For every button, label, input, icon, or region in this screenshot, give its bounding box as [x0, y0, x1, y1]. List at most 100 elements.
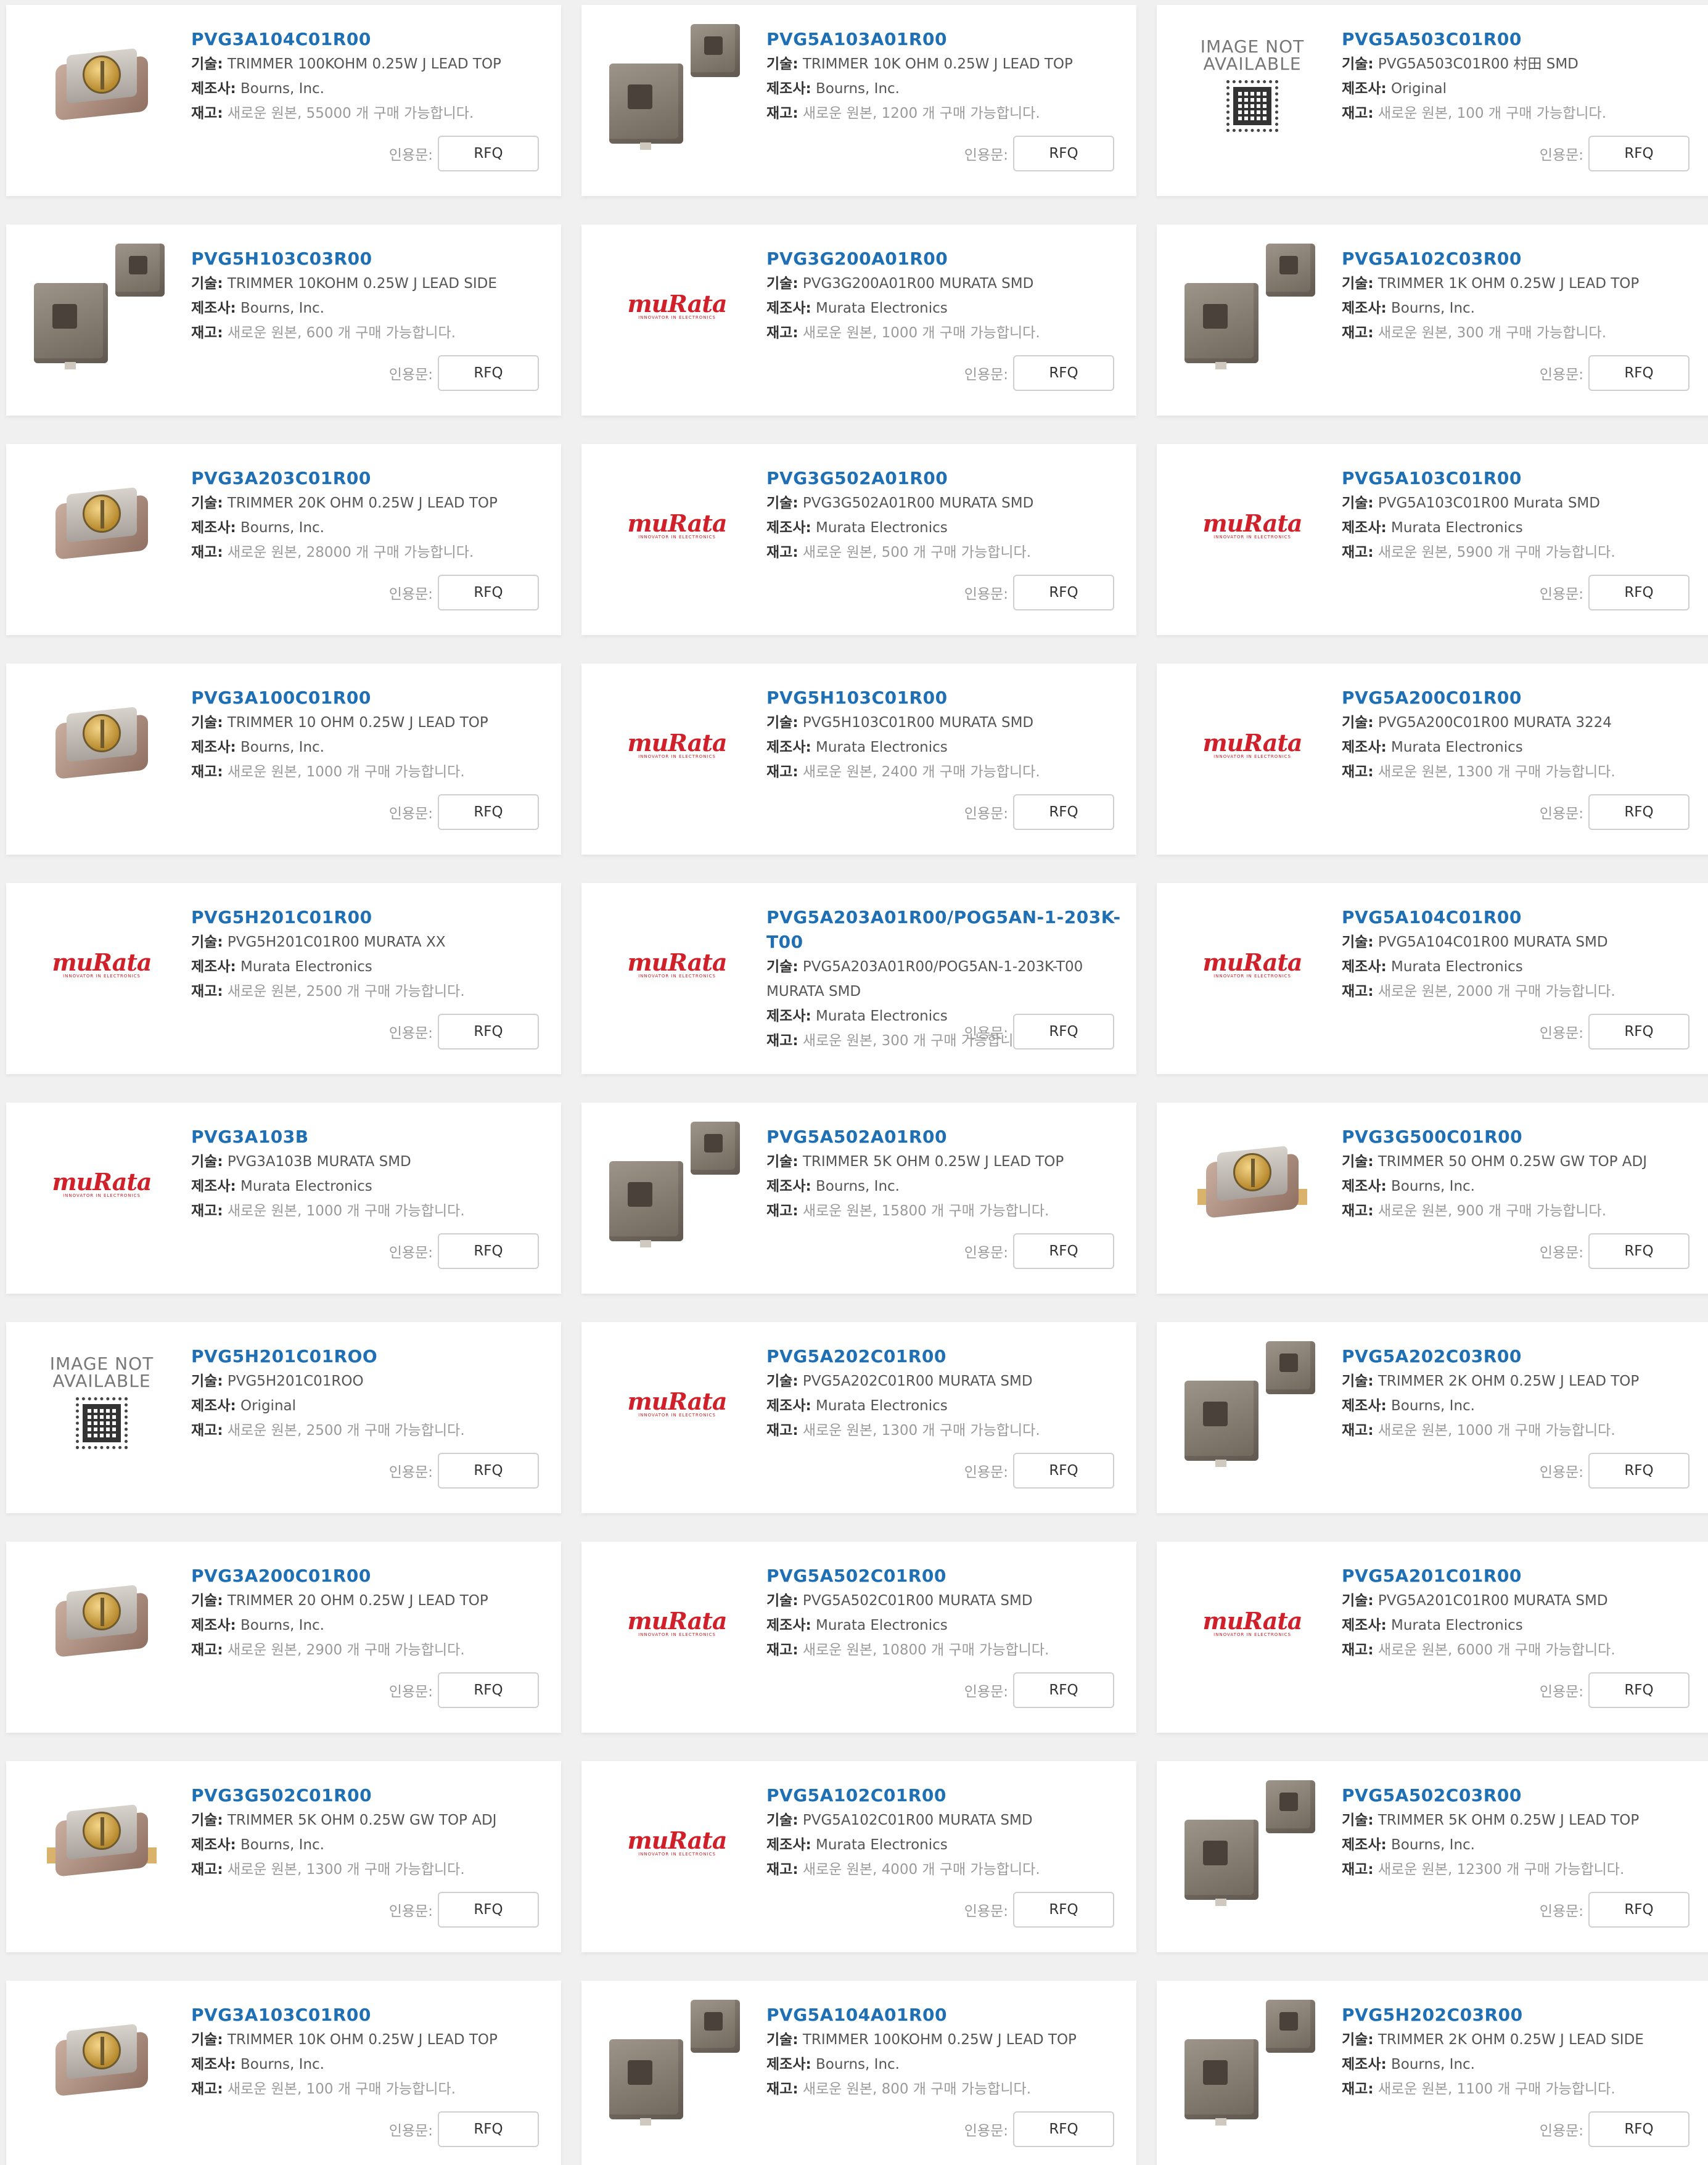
rfq-button[interactable]: RFQ [438, 1453, 539, 1489]
description-row-value: TRIMMER 10K OHM 0.25W J LEAD TOP [227, 2032, 498, 2048]
part-number-link[interactable]: PVG3G502C01R00 [191, 1783, 555, 1808]
rfq-button[interactable]: RFQ [438, 575, 539, 610]
stock-row-value: 새로운 원본, 1000 개 구매 가능합니다. [227, 764, 465, 780]
part-number-link[interactable]: PVG5A502C03R00 [1342, 1783, 1706, 1808]
part-number-link[interactable]: PVG3G200A01R00 [766, 247, 1130, 271]
part-number-link[interactable]: PVG5A200C01R00 [1342, 686, 1706, 710]
part-number-link[interactable]: PVG5A502A01R00 [766, 1125, 1130, 1149]
rfq-button[interactable]: RFQ [1013, 355, 1114, 391]
rfq-button[interactable]: RFQ [1588, 794, 1690, 830]
rfq-button[interactable]: RFQ [438, 136, 539, 171]
rfq-button[interactable]: RFQ [1588, 1233, 1690, 1269]
rfq-button[interactable]: RFQ [1013, 794, 1114, 830]
rfq-button[interactable]: RFQ [438, 355, 539, 391]
description-row: 기술: PVG5A201C01R00 MURATA SMD [1342, 1588, 1706, 1613]
quote-area: 인용문: RFQ [389, 2111, 539, 2147]
rfq-button[interactable]: RFQ [438, 1014, 539, 1050]
part-number-link[interactable]: PVG3A103C01R00 [191, 2003, 555, 2027]
trimmer-rotor [83, 495, 121, 533]
stock-row: 재고: 새로운 원본, 500 개 구매 가능합니다. [766, 540, 1130, 565]
part-number-link[interactable]: PVG5A203A01R00/POG5AN-1-203K-T00 [766, 905, 1130, 955]
rfq-button[interactable]: RFQ [1588, 1453, 1690, 1489]
rfq-button[interactable]: RFQ [1588, 136, 1690, 171]
part-number-link[interactable]: PVG5A201C01R00 [1342, 1564, 1706, 1588]
description-row: 기술: TRIMMER 20 OHM 0.25W J LEAD TOP [191, 1588, 555, 1613]
rfq-button[interactable]: RFQ [1013, 1014, 1114, 1050]
part-number-link[interactable]: PVG5H201C01R00 [191, 905, 555, 930]
part-number-link[interactable]: PVG3A103B [191, 1125, 555, 1149]
stock-row-value: 새로운 원본, 1200 개 구매 가능합니다. [802, 105, 1040, 121]
product-info: PVG5A502A01R00 기술: TRIMMER 5K OHM 0.25W J… [766, 1125, 1130, 1223]
rfq-button[interactable]: RFQ [1588, 355, 1690, 391]
product-card: muRata INNOVATOR IN ELECTRONICS PVG5A203A0… [581, 883, 1136, 1074]
part-number-link[interactable]: PVG5A104A01R00 [766, 2003, 1130, 2027]
part-number-link[interactable]: PVG3G500C01R00 [1342, 1125, 1706, 1149]
part-number-link[interactable]: PVG5H201C01ROO [191, 1344, 555, 1369]
rfq-button[interactable]: RFQ [1588, 1892, 1690, 1928]
description-row-value: PVG5H201C01R00 MURATA XX [227, 934, 446, 950]
manufacturer-row-value: Murata Electronics [240, 1178, 372, 1194]
rfq-button[interactable]: RFQ [1013, 1672, 1114, 1708]
quote-label: 인용문: [388, 1684, 433, 1700]
quote-area: 인용문: RFQ [1540, 1014, 1690, 1050]
rfq-button[interactable]: RFQ [438, 1892, 539, 1928]
lead-pin [640, 142, 651, 150]
part-number-link[interactable]: PVG3A203C01R00 [191, 466, 555, 491]
part-number-link[interactable]: PVG5H103C01R00 [766, 686, 1130, 710]
part-number-link[interactable]: PVG5A104C01R00 [1342, 905, 1706, 930]
manufacturer-row-label: 제조사: [766, 1398, 811, 1414]
description-row-value: TRIMMER 2K OHM 0.25W J LEAD TOP [1377, 1373, 1640, 1389]
description-row-label: 기술: [1342, 1593, 1374, 1609]
rfq-button[interactable]: RFQ [1013, 1233, 1114, 1269]
adjust-slot [52, 304, 77, 329]
description-row-value: TRIMMER 100KOHM 0.25W J LEAD TOP [227, 56, 501, 72]
part-number-link[interactable]: PVG5A103C01R00 [1342, 466, 1706, 491]
description-row: 기술: TRIMMER 100KOHM 0.25W J LEAD TOP [766, 2027, 1130, 2052]
rfq-button[interactable]: RFQ [438, 1672, 539, 1708]
product-card: PVG5H202C03R00 기술: TRIMMER 2K OHM 0.25W J… [1157, 1981, 1708, 2165]
stock-row-value: 새로운 원본, 100 개 구매 가능합니다. [1377, 105, 1607, 121]
quote-label: 인용문: [964, 586, 1008, 602]
rfq-button[interactable]: RFQ [438, 2111, 539, 2147]
rfq-button[interactable]: RFQ [1013, 136, 1114, 171]
adjust-slot [704, 1134, 723, 1152]
part-number-link[interactable]: PVG5A503C01R00 [1342, 27, 1706, 52]
rfq-button[interactable]: RFQ [1588, 575, 1690, 610]
rfq-button[interactable]: RFQ [438, 1233, 539, 1269]
part-number-link[interactable]: PVG3A104C01R00 [191, 27, 555, 52]
murata-logo: muRata INNOVATOR IN ELECTRONICS [1202, 1607, 1302, 1637]
manufacturer-row: 제조사: Murata Electronics [1342, 516, 1706, 540]
murata-logo-tagline: INNOVATOR IN ELECTRONICS [638, 1412, 716, 1418]
manufacturer-row-label: 제조사: [191, 520, 236, 536]
rfq-button[interactable]: RFQ [1588, 2111, 1690, 2147]
product-card: PVG5A103A01R00 기술: TRIMMER 10K OHM 0.25W … [581, 5, 1136, 196]
part-number-link[interactable]: PVG5A103A01R00 [766, 27, 1130, 52]
murata-logo: muRata INNOVATOR IN ELECTRONICS [1202, 729, 1302, 759]
product-image: muRata INNOVATOR IN ELECTRONICS [1181, 895, 1323, 1031]
part-number-link[interactable]: PVG3G502A01R00 [766, 466, 1130, 491]
rfq-button[interactable]: RFQ [1013, 2111, 1114, 2147]
part-number-link[interactable]: PVG5A102C01R00 [766, 1783, 1130, 1808]
part-number-link[interactable]: PVG5A102C03R00 [1342, 247, 1706, 271]
manufacturer-row-label: 제조사: [191, 1837, 236, 1853]
part-number-link[interactable]: PVG3A200C01R00 [191, 1564, 555, 1588]
trimmer-cube-small [691, 24, 740, 77]
manufacturer-row: 제조사: Original [191, 1394, 555, 1418]
part-number-link[interactable]: PVG5A202C03R00 [1342, 1344, 1706, 1369]
manufacturer-row-value: Murata Electronics [1391, 1617, 1523, 1633]
description-row-label: 기술: [191, 1373, 223, 1389]
part-number-link[interactable]: PVG3A100C01R00 [191, 686, 555, 710]
part-number-link[interactable]: PVG5H103C03R00 [191, 247, 555, 271]
trimmer-cube-large [609, 64, 683, 150]
part-number-link[interactable]: PVG5A502C01R00 [766, 1564, 1130, 1588]
part-number-link[interactable]: PVG5H202C03R00 [1342, 2003, 1706, 2027]
part-number-link[interactable]: PVG5A202C01R00 [766, 1344, 1130, 1369]
rfq-button[interactable]: RFQ [1588, 1672, 1690, 1708]
rfq-button[interactable]: RFQ [1013, 1892, 1114, 1928]
rfq-button[interactable]: RFQ [1588, 1014, 1690, 1050]
rfq-button[interactable]: RFQ [1013, 575, 1114, 610]
product-image [31, 1554, 173, 1690]
quote-area: 인용문: RFQ [389, 1672, 539, 1708]
rfq-button[interactable]: RFQ [1013, 1453, 1114, 1489]
rfq-button[interactable]: RFQ [438, 794, 539, 830]
